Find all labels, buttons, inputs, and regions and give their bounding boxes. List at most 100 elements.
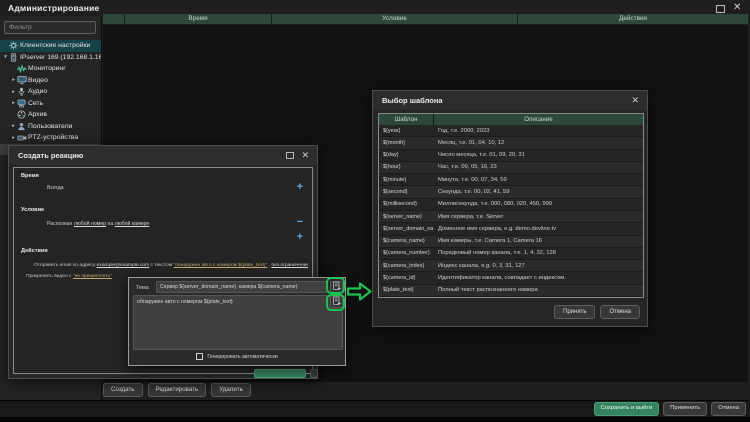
template-row[interactable]: ${server_name}Имя сервера, т.е. Server [379,211,643,223]
sidebar-item-label: Видео [28,77,48,84]
link-segment[interactable]: "обнаружен авто с номером ${plate_text}" [174,263,268,268]
auto-generate-row: Генерировать автоматически [129,353,345,360]
subject-input[interactable] [156,281,328,293]
email-body-textarea[interactable] [133,295,343,350]
template-row[interactable]: ${month}Месяц, т.е. 01, 04, 10, 12 [379,137,643,149]
expander-icon[interactable]: ▸ [10,100,17,106]
maximize-icon[interactable] [286,152,294,159]
close-icon[interactable]: ✕ [631,95,639,106]
expander-icon[interactable]: ▸ [10,89,17,95]
sidebar-item[interactable]: Клиентские настройки [0,40,101,52]
reactions-column-header[interactable]: Условие [272,14,517,24]
template-row[interactable]: ${camera_index}Индекс канала, e.g. 0, 3,… [379,260,643,272]
cancel-button[interactable]: Отмена [711,402,746,416]
annotation-arrow-icon [347,281,372,302]
filter-input[interactable] [4,21,96,34]
template-table: Шаблон Описание ${year}Год, т.е. 2000, 2… [378,113,644,298]
expander-icon[interactable]: ▸ [10,77,17,83]
template-dialog-titlebar: Выбор шаблона ✕ [373,91,647,110]
highlight-subject-template-button [326,277,345,294]
delete-reaction-button[interactable]: Удалить [211,383,251,397]
save-and-exit-button[interactable]: Сохранить и выйти [594,402,660,416]
dialog-cancel-button[interactable] [310,369,318,378]
apply-button[interactable]: Применить [663,402,707,416]
condition-section-label: Условие [21,207,44,213]
bottom-strip [0,417,750,422]
link-segment[interactable]: example@example.com [97,263,150,268]
users-icon [17,122,28,131]
template-cell-name: ${server_name} [379,214,433,220]
create-reaction-button[interactable]: Создать [103,383,143,397]
sidebar-item-label: Архив [28,111,47,118]
template-cell-name: ${camera_index} [379,263,433,269]
link-segment[interactable]: без ограничения [271,263,308,268]
ptz-icon [17,133,28,143]
sidebar-item[interactable]: ▾IPserver 169 (192.168.1.169) [0,52,101,64]
expander-icon[interactable]: ▸ [10,123,17,129]
add-time-button[interactable]: + [297,182,303,192]
template-cell-name: ${camera_name} [379,238,433,244]
highlight-body-template-button [326,294,345,311]
sidebar-item[interactable]: ▸Аудио [0,86,101,98]
link-segment[interactable]: любой номер [74,221,106,227]
sidebar-item[interactable]: ▸Сеть [0,98,101,110]
close-icon[interactable]: ✕ [733,2,741,14]
template-row[interactable]: ${day}Число месяца, т.е. 01, 09, 20, 31 [379,150,643,162]
auto-generate-checkbox[interactable] [196,353,203,360]
template-cell-name: ${server_domain_name} [379,226,433,232]
accept-button[interactable]: Принять [554,305,595,319]
template-row[interactable]: ${server_domain_name}Доменное имя сервер… [379,223,643,235]
sidebar-item[interactable]: ▸Пользователи [0,121,101,133]
column-header-template[interactable]: Шаблон [379,114,433,125]
template-row[interactable]: ${camera_name}Имя камеры, т.е. Camera 1,… [379,236,643,248]
template-row[interactable]: ${year}Год, т.е. 2000, 2023 [379,125,643,137]
reactions-column-header[interactable]: Действия [518,14,748,24]
template-dialog-buttons: Принять Отмена [554,305,640,319]
reactions-column-header[interactable]: Время [125,14,271,24]
network-icon [17,99,28,108]
link-segment[interactable]: любой камере [115,221,150,227]
reactions-column-header[interactable] [103,14,124,24]
text-segment: Распознан [47,221,74,227]
template-row[interactable]: ${plate_text}Полный текст распознанного … [379,285,643,297]
template-row[interactable]: ${hour}Час, т.е. 00, 05, 16, 23 [379,162,643,174]
edit-reaction-button[interactable]: Редактировать [148,383,207,397]
sidebar-item[interactable]: ▸ Видео [0,75,101,87]
create-dialog-title: Создать реакцию [18,151,83,160]
template-selection-dialog: Выбор шаблона ✕ Шаблон Описание ${year}Г… [372,90,648,327]
gear-icon [9,41,20,50]
template-cell-description: Час, т.е. 00, 05, 16, 23 [433,164,643,170]
link-segment[interactable]: "не прикреплять" [73,274,112,279]
template-dialog-title: Выбор шаблона [382,96,443,105]
cancel-button[interactable]: Отмена [600,305,640,319]
sidebar-item[interactable]: Мониторинг [0,63,101,75]
condition-line: Распознан любой номер на любой камере [47,221,149,227]
close-icon[interactable]: ✕ [301,150,309,161]
template-cell-name: ${day} [379,152,433,158]
sidebar-item[interactable]: Архив [0,109,101,121]
template-row[interactable]: ${camera_id}Идентификатор канала, совпад… [379,272,643,284]
remove-condition-button[interactable]: − [297,217,303,227]
maximize-icon[interactable] [716,5,725,13]
template-row[interactable]: ${millisecond}Миллисекунда, т.е. 000, 08… [379,199,643,211]
template-cell-description: Секунда, т.е. 00, 02, 41, 59 [433,189,643,195]
sidebar-tree: Клиентские настройки▾IPserver 169 (192.1… [0,40,101,155]
template-row[interactable]: ${second}Секунда, т.е. 00, 02, 41, 59 [379,186,643,198]
actions-section-label: Действия [21,248,48,254]
dialog-save-button[interactable] [254,369,306,378]
reactions-table-header: ВремяУсловиеДействия [103,14,748,24]
window-title: Администрирование [8,3,99,13]
template-cell-description: Имя сервера, т.е. Server [433,214,643,220]
expander-icon[interactable]: ▾ [2,54,9,60]
expander-icon[interactable]: ▸ [10,135,17,141]
template-row[interactable]: ${minute}Минута, т.е. 00, 07, 34, 59 [379,174,643,186]
template-cell-description: Порядковый номер канала, т.е. 1, 4, 32, … [433,250,643,256]
sidebar-item[interactable]: ▸PTZ-устройства [0,132,101,144]
time-value[interactable]: Всегда [47,185,64,191]
template-cell-description: Число месяца, т.е. 01, 09, 20, 31 [433,152,643,158]
add-condition-button[interactable]: + [297,232,303,242]
create-dialog-titlebar: Создать реакцию ✕ [9,146,317,165]
template-cell-description: Полный текст распознанного номера [433,287,643,293]
template-row[interactable]: ${camera_number}Порядковый номер канала,… [379,248,643,260]
column-header-description[interactable]: Описание [434,114,643,125]
